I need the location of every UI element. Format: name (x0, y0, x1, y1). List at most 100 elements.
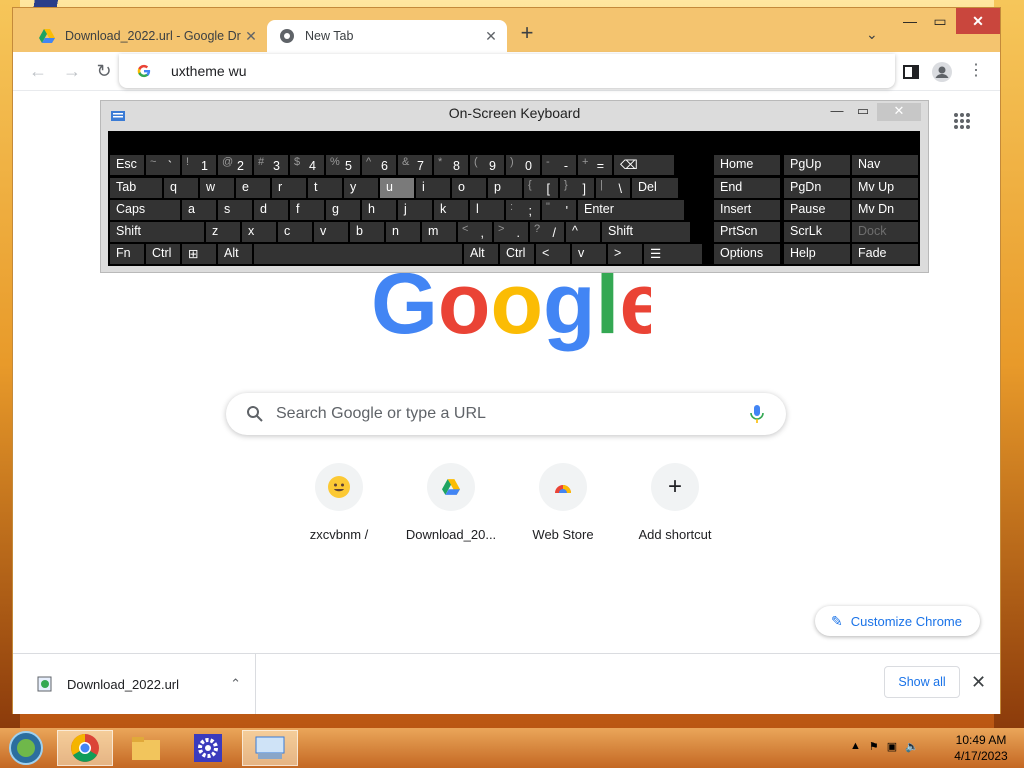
osk-key[interactable]: i (416, 178, 450, 198)
osk-key[interactable]: >. (494, 222, 528, 242)
osk-key[interactable]: :; (506, 200, 540, 220)
flag-icon[interactable]: ⚑ (869, 740, 879, 753)
taskbar-osk-button[interactable] (242, 730, 298, 766)
osk-key[interactable]: e (236, 178, 270, 198)
osk-nav-key[interactable]: Help (784, 244, 850, 264)
google-apps-icon[interactable] (953, 112, 971, 130)
reload-button[interactable]: ↻ (93, 60, 115, 82)
osk-key[interactable]: f (290, 200, 324, 220)
osk-key[interactable]: $4 (290, 155, 324, 175)
osk-key[interactable]: -- (542, 155, 576, 175)
osk-key[interactable]: y (344, 178, 378, 198)
osk-key[interactable]: ~ ` (146, 155, 180, 175)
network-icon[interactable]: ▣ (887, 740, 897, 753)
osk-key[interactable]: Caps (110, 200, 180, 220)
osk-close-button[interactable]: ✕ (877, 103, 921, 121)
close-tab-icon[interactable]: ✕ (241, 28, 261, 45)
osk-key[interactable]: a (182, 200, 216, 220)
system-clock[interactable]: 10:49 AM 4/17/2023 (950, 732, 1012, 764)
close-tab-icon[interactable]: ✕ (481, 28, 501, 45)
osk-key[interactable]: " ' (542, 200, 576, 220)
osk-key[interactable]: w (200, 178, 234, 198)
osk-key[interactable]: Ctrl (146, 244, 180, 264)
osk-nav-key[interactable]: Home (714, 155, 780, 175)
microphone-icon[interactable] (750, 404, 764, 424)
new-tab-button[interactable]: + (516, 22, 538, 45)
osk-key[interactable]: d (254, 200, 288, 220)
osk-key[interactable]: (9 (470, 155, 504, 175)
osk-key[interactable]: ! 1 (182, 155, 216, 175)
osk-key[interactable]: h (362, 200, 396, 220)
osk-key[interactable]: p (488, 178, 522, 198)
forward-button[interactable]: → (61, 60, 83, 82)
osk-minimize-button[interactable]: — (827, 103, 847, 118)
search-box[interactable]: Search Google or type a URL (226, 393, 786, 435)
osk-key[interactable]: m (422, 222, 456, 242)
taskbar-file-explorer-button[interactable] (118, 730, 174, 766)
osk-nav-key[interactable]: ScrLk (784, 222, 850, 242)
osk-key[interactable]: u (380, 178, 414, 198)
osk-key[interactable]: ⊞ (182, 244, 216, 264)
osk-key[interactable]: k (434, 200, 468, 220)
osk-key[interactable]: x (242, 222, 276, 242)
volume-muted-icon[interactable]: 🔈 (905, 740, 919, 753)
omnibox[interactable]: uxtheme wu (119, 54, 895, 88)
osk-key[interactable]: * 8 (434, 155, 468, 175)
shortcut-tile[interactable]: + Add shortcut (619, 463, 731, 542)
osk-key[interactable]: v (314, 222, 348, 242)
osk-nav-key[interactable]: Pause (784, 200, 850, 220)
osk-key[interactable]: ☰ (644, 244, 702, 264)
osk-key[interactable]: z (206, 222, 240, 242)
osk-nav-key[interactable]: Fade (852, 244, 918, 264)
osk-key[interactable]: Shift (110, 222, 204, 242)
osk-nav-key[interactable]: Nav (852, 155, 918, 175)
osk-key[interactable]: b (350, 222, 384, 242)
tab-new-tab[interactable]: New Tab ✕ (267, 20, 507, 52)
osk-key[interactable]: ) 0 (506, 155, 540, 175)
close-window-button[interactable]: ✕ (956, 8, 1000, 34)
osk-key[interactable]: v (572, 244, 606, 264)
osk-key[interactable]: o (452, 178, 486, 198)
side-panel-icon[interactable] (901, 62, 921, 82)
osk-key[interactable]: < (536, 244, 570, 264)
osk-nav-key[interactable]: Mv Up (852, 178, 918, 198)
taskbar-chrome-button[interactable] (57, 730, 113, 766)
minimize-button[interactable]: — (897, 8, 923, 34)
osk-nav-key[interactable]: Mv Dn (852, 200, 918, 220)
osk-key[interactable] (254, 244, 462, 264)
taskbar-settings-button[interactable] (180, 730, 236, 766)
osk-key[interactable]: Esc (110, 155, 144, 175)
back-button[interactable]: ← (27, 60, 49, 82)
osk-key[interactable]: <, (458, 222, 492, 242)
osk-key[interactable]: @2 (218, 155, 252, 175)
profile-avatar-icon[interactable] (932, 62, 952, 82)
chevron-up-icon[interactable]: ⌃ (230, 676, 241, 692)
maximize-button[interactable]: ▭ (925, 8, 955, 34)
start-orb-icon[interactable] (6, 730, 46, 766)
osk-key[interactable]: Fn (110, 244, 144, 264)
osk-key[interactable]: ^ (566, 222, 600, 242)
close-download-bar-icon[interactable]: ✕ (971, 672, 986, 693)
shortcut-tile[interactable]: zxcvbnm / (283, 463, 395, 542)
osk-key[interactable]: + = (578, 155, 612, 175)
shortcut-tile[interactable]: Download_20... (395, 463, 507, 542)
osk-key[interactable]: Shift (602, 222, 690, 242)
osk-nav-key[interactable]: PrtScn (714, 222, 780, 242)
osk-key[interactable]: | \ (596, 178, 630, 198)
shortcut-tile[interactable]: Web Store (507, 463, 619, 542)
osk-key[interactable]: l (470, 200, 504, 220)
osk-key[interactable]: Alt (218, 244, 252, 264)
osk-key[interactable]: {[ (524, 178, 558, 198)
osk-key[interactable]: n (386, 222, 420, 242)
osk-key[interactable]: s (218, 200, 252, 220)
osk-key[interactable]: t (308, 178, 342, 198)
osk-key[interactable]: Ctrl (500, 244, 534, 264)
osk-key[interactable]: q (164, 178, 198, 198)
osk-key[interactable]: }] (560, 178, 594, 198)
osk-maximize-button[interactable]: ▭ (853, 103, 873, 119)
osk-nav-key[interactable]: PgUp (784, 155, 850, 175)
osk-key[interactable]: #3 (254, 155, 288, 175)
osk-key[interactable]: ^ 6 (362, 155, 396, 175)
osk-key[interactable]: ⌫ (614, 155, 674, 175)
download-item[interactable]: Download_2022.url ⌃ (25, 654, 256, 714)
